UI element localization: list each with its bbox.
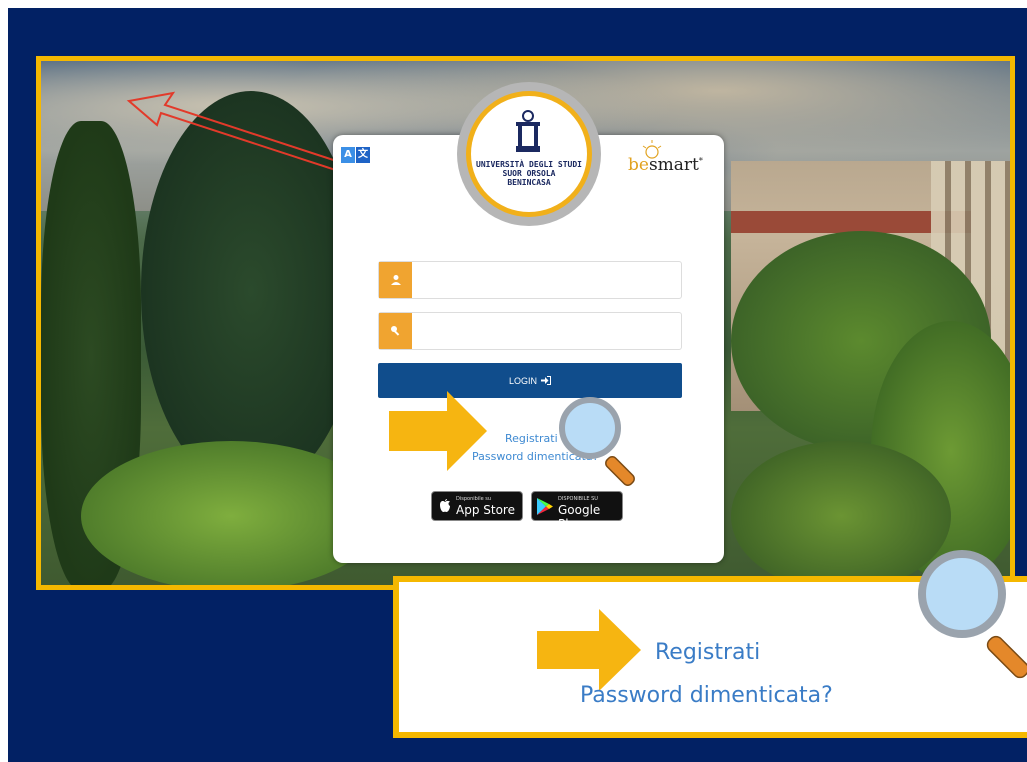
yellow-arrow-annotation-zoom bbox=[537, 609, 641, 691]
key-icon bbox=[379, 313, 412, 349]
google-small-text: DISPONIBILE SU bbox=[558, 496, 598, 502]
brand-part1: be bbox=[628, 155, 649, 175]
google-play-icon bbox=[537, 498, 553, 515]
zoom-register-text: Registrati bbox=[655, 640, 761, 665]
language-icon[interactable]: A 文 bbox=[341, 147, 370, 163]
seal-line: UNIVERSITÀ DEGLI STUDI bbox=[476, 160, 582, 169]
app-store-badge[interactable]: Disponibile su App Store bbox=[431, 491, 523, 521]
magnifier-icon-zoom bbox=[918, 550, 1027, 679]
screenshot-canvas: A 文 UNIVERSITÀ DEGLI STUDI SUOR ORSOLA B… bbox=[0, 0, 1027, 762]
besmart-logo: besmart* bbox=[628, 155, 703, 175]
username-field[interactable] bbox=[378, 261, 682, 299]
magnifier-icon bbox=[559, 397, 635, 486]
password-input[interactable] bbox=[417, 319, 671, 345]
zoom-forgot-text: Password dimenticata? bbox=[580, 683, 833, 708]
google-play-badge[interactable]: DISPONIBILE SU Google Play bbox=[531, 491, 623, 531]
username-input[interactable] bbox=[417, 268, 671, 294]
apple-big-text: App Store bbox=[456, 503, 515, 517]
brand-part2: smart bbox=[648, 155, 699, 175]
university-seal-text: UNIVERSITÀ DEGLI STUDI SUOR ORSOLA BENIN… bbox=[474, 160, 584, 187]
google-big-text: Google Play bbox=[558, 503, 601, 531]
sign-in-icon bbox=[541, 376, 551, 385]
language-icon-right: 文 bbox=[356, 147, 370, 163]
user-icon bbox=[379, 262, 412, 298]
register-link[interactable]: Registrati bbox=[505, 432, 558, 445]
red-arrow-annotation bbox=[126, 91, 363, 179]
login-label: LOGIN bbox=[508, 375, 537, 386]
apple-small-text: Disponibile su bbox=[456, 496, 492, 502]
apple-icon bbox=[440, 499, 450, 512]
password-field[interactable] bbox=[378, 312, 682, 350]
language-icon-left: A bbox=[341, 147, 355, 163]
seal-line: BENINCASA bbox=[507, 178, 551, 187]
seal-figure-icon bbox=[516, 110, 540, 152]
seal-line: SUOR ORSOLA bbox=[502, 169, 556, 178]
brand-mark: * bbox=[698, 156, 703, 166]
